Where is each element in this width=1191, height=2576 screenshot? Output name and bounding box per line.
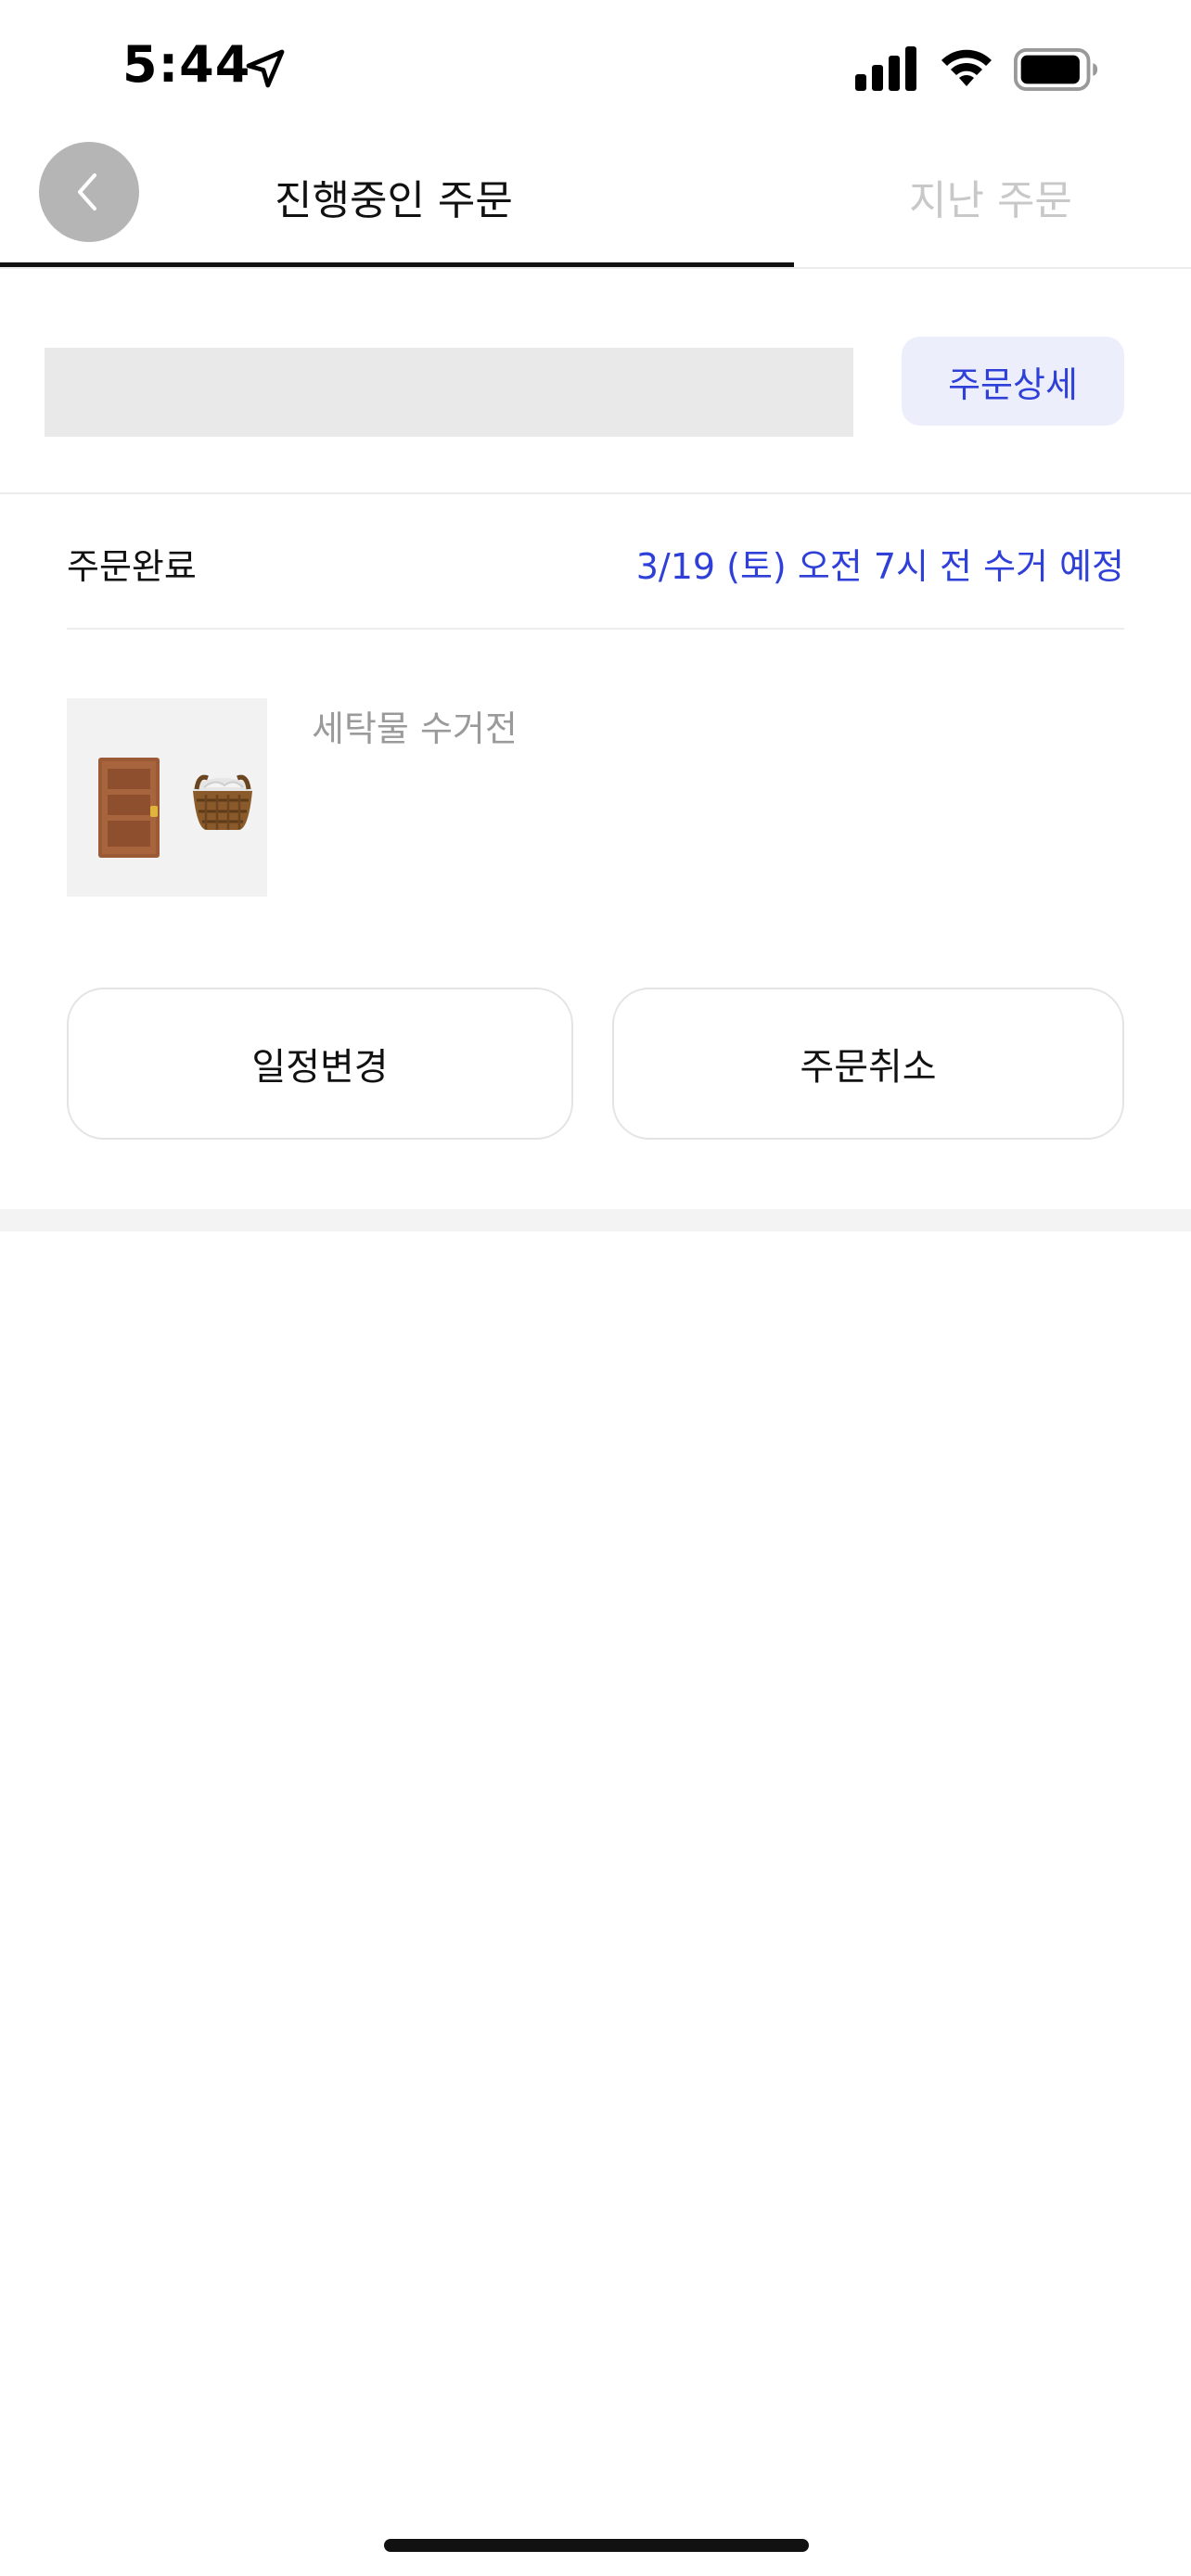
pickup-schedule: 3/19 (토) 오전 7시 전 수거 예정 — [635, 546, 1124, 587]
section-divider — [0, 492, 1191, 494]
wifi-icon — [941, 49, 992, 86]
section-separator — [0, 1209, 1191, 1231]
cancel-order-button[interactable]: 주문취소 — [612, 988, 1124, 1140]
order-detail-button[interactable]: 주문상세 — [902, 337, 1124, 426]
back-button[interactable] — [39, 142, 139, 242]
laundry-status-text: 세탁물 수거전 — [312, 708, 518, 749]
status-bar: 5:44 — [0, 0, 1191, 139]
cellular-signal-icon — [855, 46, 916, 91]
battery-icon — [1014, 48, 1098, 91]
tab-divider — [0, 267, 1191, 269]
location-arrow-icon — [246, 49, 285, 88]
door-icon — [98, 758, 160, 858]
home-indicator[interactable] — [384, 2539, 809, 2552]
tab-past-orders[interactable]: 지난 주문 — [909, 167, 1072, 226]
laundry-basket-icon — [193, 774, 252, 830]
row-divider — [67, 628, 1124, 630]
tab-in-progress-orders[interactable]: 진행중인 주문 — [275, 167, 513, 226]
chevron-left-icon — [78, 173, 96, 210]
address-placeholder — [45, 348, 853, 437]
status-time: 5:44 — [122, 35, 251, 94]
reschedule-button[interactable]: 일정변경 — [67, 988, 573, 1140]
order-thumbnail — [67, 698, 267, 897]
order-status-label: 주문완료 — [67, 546, 197, 587]
